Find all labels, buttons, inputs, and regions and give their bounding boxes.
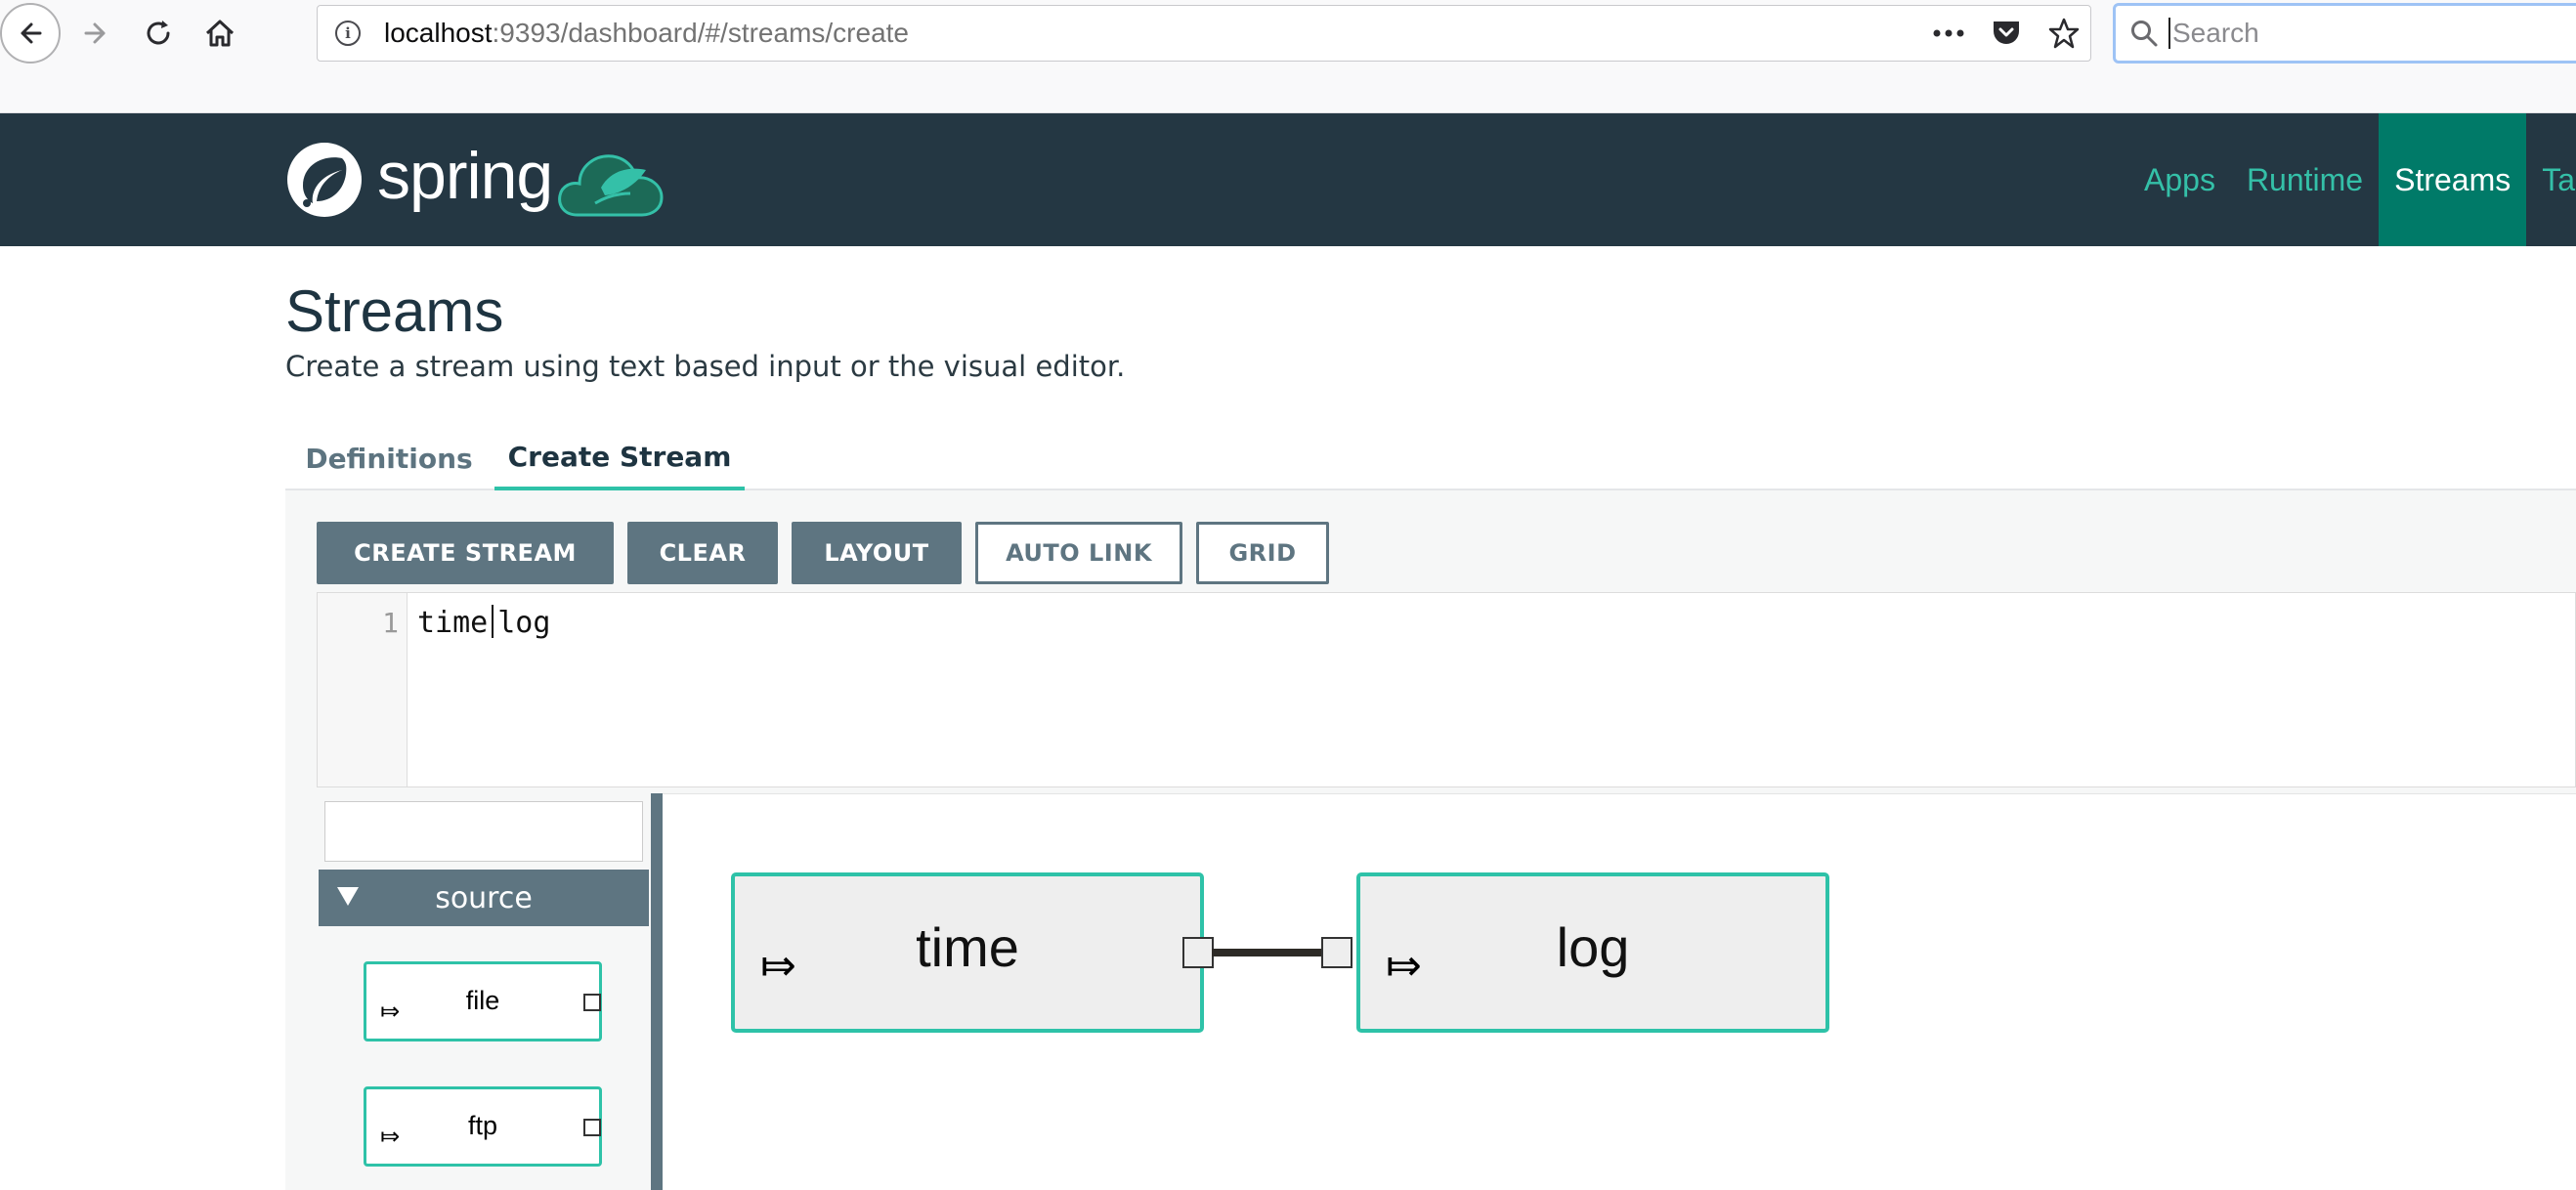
palette-splitter[interactable] — [651, 793, 663, 1190]
code-token-time: time — [417, 606, 489, 640]
palette-item-ftp[interactable]: ⤇ ftp — [364, 1086, 602, 1167]
cloud-dataflow-icon — [558, 154, 664, 217]
nav-streams[interactable]: Streams — [2379, 113, 2527, 246]
app-header: spring Apps Runtime Streams Ta — [0, 113, 2576, 246]
stream-tabs: Definitions Create Stream — [285, 426, 2576, 490]
palette-filter-input[interactable] — [324, 801, 643, 862]
home-button[interactable] — [197, 0, 242, 66]
module-palette: source ⤇ file ⤇ ftp — [317, 793, 661, 1190]
nav-tasks[interactable]: Ta — [2526, 113, 2576, 246]
top-nav: Apps Runtime Streams Ta — [2128, 113, 2576, 246]
forward-button[interactable] — [74, 0, 117, 66]
url-text[interactable]: localhost:9393/dashboard/#/streams/creat… — [384, 18, 909, 49]
editor-toolbar: CREATE STREAM CLEAR LAYOUT AUTO LINK GRI… — [317, 522, 1329, 584]
reload-icon — [147, 21, 170, 45]
back-arrow-icon — [0, 3, 61, 64]
node-time-output-port[interactable] — [1182, 937, 1214, 968]
spring-leaf-icon — [287, 143, 362, 217]
dsl-text-editor[interactable]: 1 time log — [317, 592, 2576, 787]
back-button[interactable] — [0, 0, 63, 66]
tab-create-stream[interactable]: Create Stream — [494, 426, 745, 490]
auto-link-button[interactable]: AUTO LINK — [975, 522, 1182, 584]
logo-text: spring — [377, 139, 553, 213]
more-actions-icon[interactable] — [1932, 28, 1965, 38]
line-number: 1 — [382, 607, 399, 639]
node-label: time — [916, 916, 1019, 978]
output-port[interactable] — [583, 994, 601, 1011]
node-time[interactable]: ⤇ time — [731, 872, 1204, 1033]
output-port[interactable] — [583, 1119, 601, 1136]
node-log-input-port[interactable] — [1321, 937, 1352, 968]
browser-toolbar: i localhost:9393/dashboard/#/streams/cre… — [0, 0, 2576, 113]
create-stream-button[interactable]: CREATE STREAM — [317, 522, 614, 584]
node-label: log — [1556, 916, 1630, 978]
line-gutter: 1 — [318, 593, 408, 786]
palette-item-label: ftp — [467, 1111, 498, 1140]
bookmark-star-icon[interactable] — [2047, 17, 2081, 50]
stream-link[interactable] — [1212, 949, 1323, 956]
reload-button[interactable] — [137, 0, 180, 66]
flo-canvas[interactable]: ⤇ time ⤇ log — [663, 793, 2576, 1190]
text-cursor — [492, 605, 494, 638]
palette-group-source[interactable]: source — [319, 870, 649, 926]
page-subtitle: Create a stream using text based input o… — [285, 350, 1126, 383]
layout-button[interactable]: LAYOUT — [792, 522, 962, 584]
code-line[interactable]: time log — [417, 605, 550, 640]
spring-logo[interactable]: spring — [285, 141, 665, 219]
node-log[interactable]: ⤇ log — [1356, 872, 1829, 1033]
search-icon — [2131, 21, 2158, 47]
collapse-triangle-icon — [337, 887, 359, 906]
info-icon[interactable]: i — [335, 21, 361, 46]
grid-button[interactable]: GRID — [1196, 522, 1329, 584]
url-actions — [1932, 6, 2081, 61]
nav-apps[interactable]: Apps — [2128, 113, 2231, 246]
clear-button[interactable]: CLEAR — [627, 522, 778, 584]
address-bar[interactable]: i localhost:9393/dashboard/#/streams/cre… — [317, 5, 2091, 62]
url-path: :9393/dashboard/#/streams/create — [492, 18, 909, 48]
palette-item-file[interactable]: ⤇ file — [364, 961, 602, 1041]
nav-runtime[interactable]: Runtime — [2231, 113, 2379, 246]
palette-item-label: file — [465, 986, 500, 1015]
browser-search-bar[interactable] — [2113, 3, 2576, 64]
tab-definitions[interactable]: Definitions — [285, 426, 493, 490]
palette-group-label: source — [435, 880, 533, 915]
forward-arrow-icon — [84, 22, 106, 44]
browser-search-input[interactable] — [2168, 18, 2540, 49]
home-icon — [205, 20, 235, 47]
page-title: Streams — [285, 278, 504, 344]
code-token-log: log — [497, 606, 551, 640]
stream-editor-workspace: CREATE STREAM CLEAR LAYOUT AUTO LINK GRI… — [285, 490, 2576, 1190]
url-host: localhost — [384, 18, 493, 48]
pocket-icon[interactable] — [1991, 19, 2022, 48]
